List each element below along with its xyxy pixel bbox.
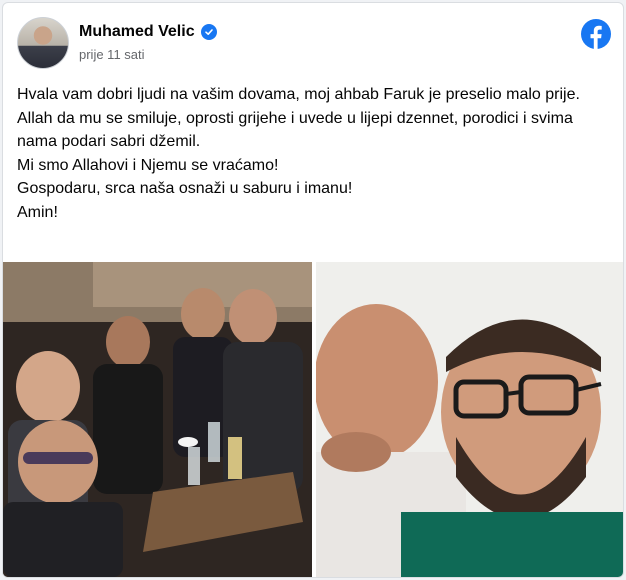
post-line: Hvala vam dobri ljudi na vašim dovama, m… [17,86,580,103]
post-timestamp[interactable]: prije 11 sati [79,47,145,62]
post-text: Hvala vam dobri ljudi na vašim dovama, m… [17,83,607,224]
author-name[interactable]: Muhamed Velic [79,23,195,41]
facebook-logo-icon [581,19,611,49]
post-photo-selfie[interactable] [316,262,623,577]
facebook-post-card: Muhamed Velic prije 11 sati Hvala vam do… [2,2,624,578]
group-photo-illustration [3,262,312,577]
post-line: Gospodaru, srca naša osnaži u saburu i i… [17,180,353,197]
selfie-photo-illustration [316,262,623,577]
post-line: Mi smo Allahovi i Njemu se vraćamo! [17,156,279,174]
author-name-row: Muhamed Velic [79,23,217,41]
verified-badge-icon [200,24,217,40]
author-avatar[interactable] [17,17,69,69]
post-photo-group[interactable] [3,262,312,577]
post-photos [3,262,623,577]
post-line: Allah da mu se smiluje, oprosti grijehe … [17,109,573,151]
post-header: Muhamed Velic prije 11 sati [17,17,611,71]
post-line: Amin! [17,203,58,221]
